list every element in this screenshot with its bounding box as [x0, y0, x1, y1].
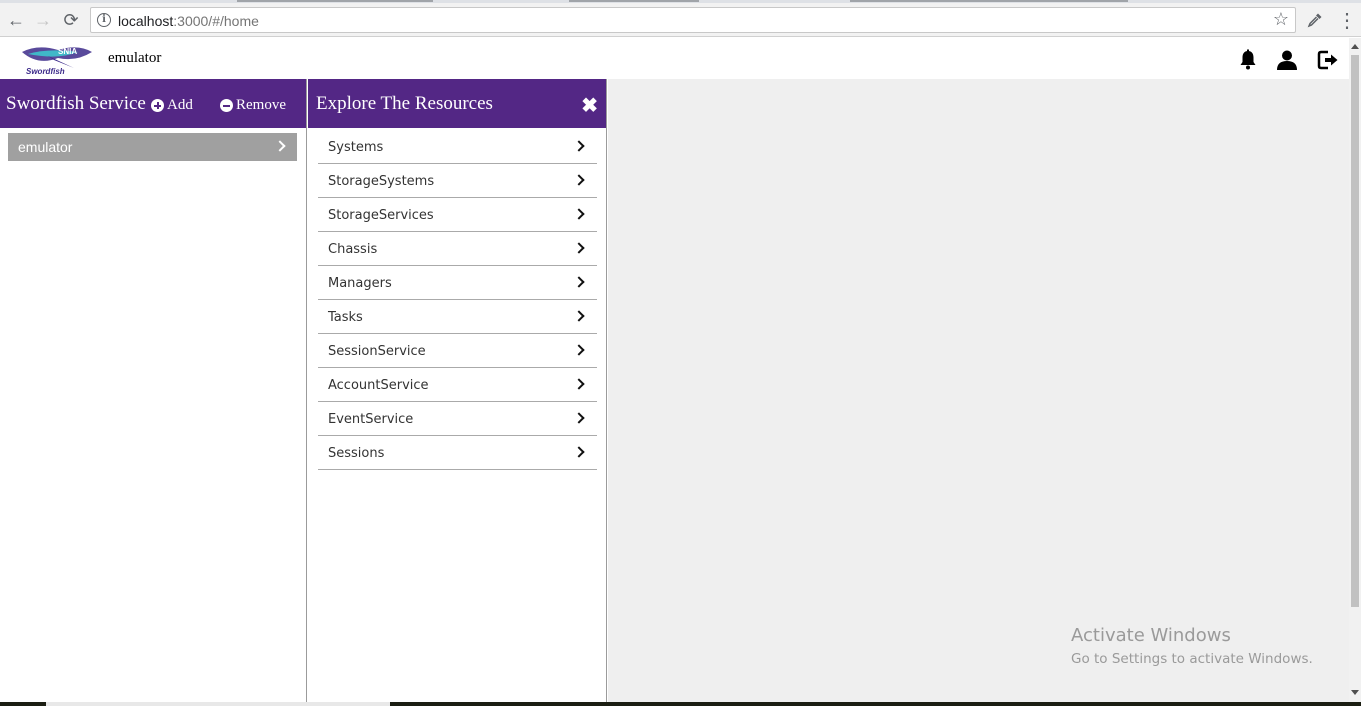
- resource-item-storageservices[interactable]: StorageServices: [318, 198, 597, 232]
- service-panel-header: Swordfish Service Add Remove: [0, 79, 306, 128]
- scroll-up-arrow-icon[interactable]: [1351, 44, 1359, 49]
- resource-label: SessionService: [328, 344, 426, 359]
- logo-text-bottom: Swordfish: [26, 67, 65, 76]
- info-icon[interactable]: i: [97, 13, 111, 27]
- scroll-down-arrow-icon[interactable]: [1351, 690, 1359, 695]
- reload-button[interactable]: ⟳: [58, 7, 84, 33]
- resource-item-systems[interactable]: Systems: [318, 130, 597, 164]
- app-name: emulator: [108, 50, 162, 66]
- kebab-menu-icon: ⋮: [1337, 9, 1357, 32]
- activate-windows-title: Activate Windows: [1071, 625, 1231, 646]
- resource-label: Managers: [328, 276, 392, 291]
- resource-item-accountservice[interactable]: AccountService: [318, 368, 597, 402]
- back-arrow-icon: ←: [7, 9, 25, 30]
- url-host: localhost: [118, 13, 174, 29]
- resource-label: StorageServices: [328, 208, 434, 223]
- service-item-label: emulator: [18, 139, 73, 155]
- service-panel-title: Swordfish Service: [6, 93, 146, 114]
- bell-icon[interactable]: [1236, 48, 1260, 72]
- resource-label: EventService: [328, 412, 414, 427]
- resource-list: Systems StorageSystems StorageServices C…: [318, 130, 597, 470]
- resource-item-chassis[interactable]: Chassis: [318, 232, 597, 266]
- remove-label: Remove: [236, 97, 286, 113]
- scroll-thumb[interactable]: [1351, 55, 1359, 607]
- logout-icon[interactable]: [1316, 48, 1340, 72]
- chevron-right-icon: [573, 378, 585, 390]
- close-icon[interactable]: ✖: [581, 93, 598, 118]
- resource-label: AccountService: [328, 378, 429, 393]
- url-path: :3000/#/home: [173, 13, 259, 29]
- chevron-right-icon: [573, 344, 585, 356]
- chevron-right-icon: [573, 412, 585, 424]
- bookmark-star-icon[interactable]: ☆: [1273, 9, 1289, 30]
- tab-indicator: [569, 0, 699, 2]
- resource-item-sessions[interactable]: Sessions: [318, 436, 597, 470]
- tab-indicator: [850, 0, 1128, 2]
- resource-item-sessionservice[interactable]: SessionService: [318, 334, 597, 368]
- add-label: Add: [167, 97, 193, 113]
- explore-resources-panel: Explore The Resources ✖ Systems StorageS…: [308, 79, 607, 702]
- resources-panel-header: Explore The Resources ✖: [308, 79, 606, 128]
- resource-label: StorageSystems: [328, 174, 435, 189]
- swordfish-service-panel: Swordfish Service Add Remove emulator: [0, 79, 307, 702]
- browser-toolbar: ← → ⟳ i localhost:3000/#/home ☆ ⋮: [0, 3, 1361, 37]
- chevron-right-icon: [274, 140, 286, 152]
- snia-swordfish-logo: SNIA Swordfish: [22, 47, 92, 76]
- taskbar-segment: [46, 702, 390, 706]
- page-scrollbar[interactable]: [1349, 38, 1361, 702]
- content-area: Activate Windows Go to Settings to activ…: [608, 79, 1349, 702]
- back-button[interactable]: ←: [3, 7, 29, 33]
- resource-label: Chassis: [328, 242, 378, 257]
- chevron-right-icon: [573, 310, 585, 322]
- tab-indicator: [237, 0, 433, 2]
- chevron-right-icon: [573, 242, 585, 254]
- eyedropper-icon: [1307, 13, 1322, 28]
- resource-item-eventservice[interactable]: EventService: [318, 402, 597, 436]
- add-service-button[interactable]: Add: [151, 97, 193, 114]
- chevron-right-icon: [573, 208, 585, 220]
- service-item-emulator[interactable]: emulator: [8, 133, 297, 161]
- chevron-right-icon: [573, 140, 585, 152]
- eyedropper-extension-button[interactable]: [1302, 7, 1328, 33]
- user-icon[interactable]: [1275, 48, 1299, 72]
- chevron-right-icon: [573, 446, 585, 458]
- resource-item-managers[interactable]: Managers: [318, 266, 597, 300]
- url-text: localhost:3000/#/home: [118, 13, 259, 29]
- browser-menu-button[interactable]: ⋮: [1334, 7, 1360, 33]
- os-taskbar: [0, 702, 1361, 706]
- resource-label: Sessions: [328, 446, 385, 461]
- minus-circle-icon: [220, 99, 233, 112]
- reload-icon: ⟳: [63, 9, 79, 30]
- address-bar[interactable]: i localhost:3000/#/home ☆: [90, 7, 1296, 33]
- resource-item-storagesystems[interactable]: StorageSystems: [318, 164, 597, 198]
- forward-arrow-icon: →: [34, 9, 52, 30]
- resource-label: Tasks: [328, 310, 363, 325]
- plus-circle-icon: [151, 99, 164, 112]
- resource-label: Systems: [328, 140, 384, 155]
- app-header: SNIA Swordfish emulator: [0, 38, 1349, 79]
- forward-button[interactable]: →: [30, 7, 56, 33]
- resources-panel-title: Explore The Resources: [316, 93, 493, 114]
- logo-text-top: SNIA: [58, 47, 77, 56]
- activate-windows-subtitle: Go to Settings to activate Windows.: [1071, 651, 1313, 667]
- resource-item-tasks[interactable]: Tasks: [318, 300, 597, 334]
- chevron-right-icon: [573, 174, 585, 186]
- remove-service-button[interactable]: Remove: [220, 97, 286, 114]
- chevron-right-icon: [573, 276, 585, 288]
